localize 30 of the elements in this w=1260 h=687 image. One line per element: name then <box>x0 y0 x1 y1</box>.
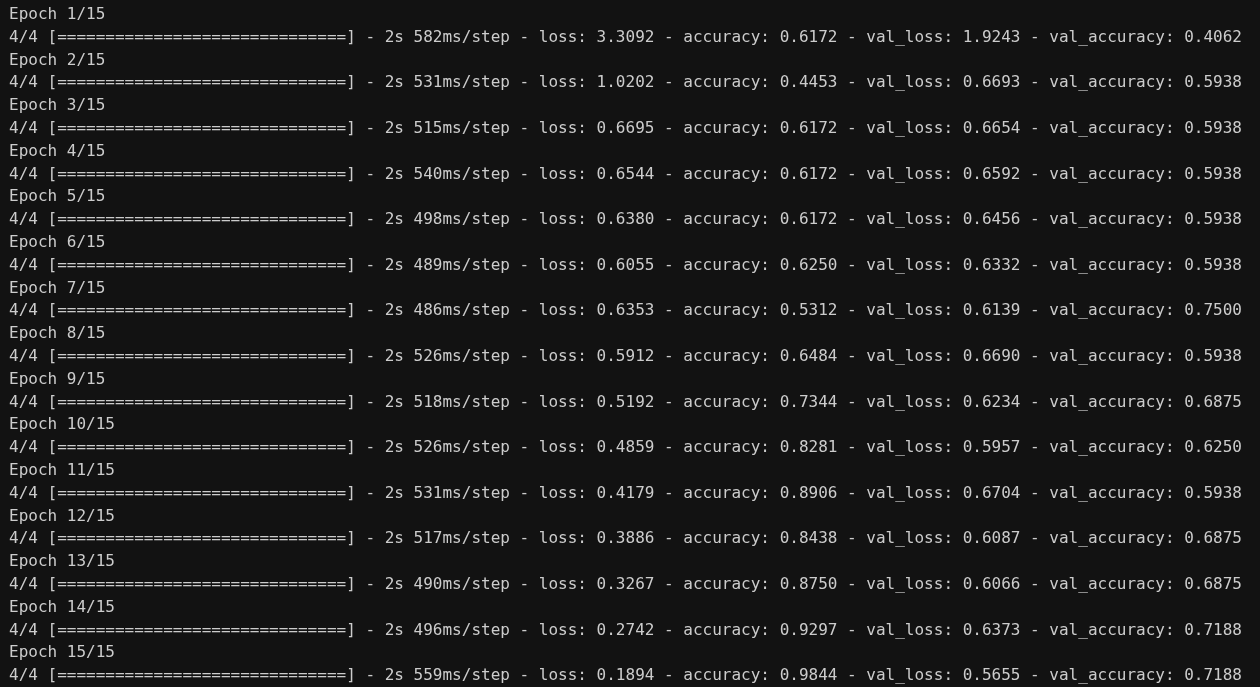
training-log-line: 4/4 [==============================] - 2s 559ms/step - loss: 0.1894 - accuracy: 0.9844 - val_loss: 0.5655 - val_accuracy: 0.7188 <box>9 664 1242 687</box>
epoch-header: Epoch 4/15 <box>9 139 106 162</box>
epoch-header: Epoch 6/15 <box>9 230 106 253</box>
training-log-line: 4/4 [==============================] - 2s 496ms/step - loss: 0.2742 - accuracy: 0.9297 - val_loss: 0.6373 - val_accuracy: 0.7188 <box>9 618 1242 641</box>
epoch-header: Epoch 13/15 <box>9 550 115 573</box>
epoch-header: Epoch 14/15 <box>9 595 115 618</box>
epoch-header: Epoch 2/15 <box>9 48 106 71</box>
epoch-header: Epoch 11/15 <box>9 458 115 481</box>
training-log-line: 4/4 [==============================] - 2s 526ms/step - loss: 0.5912 - accuracy: 0.6484 - val_loss: 0.6690 - val_accuracy: 0.5938 <box>9 344 1242 367</box>
training-log-line: 4/4 [==============================] - 2s 498ms/step - loss: 0.6380 - accuracy: 0.6172 - val_loss: 0.6456 - val_accuracy: 0.5938 <box>9 208 1242 231</box>
training-log-line: 4/4 [==============================] - 2s 489ms/step - loss: 0.6055 - accuracy: 0.6250 - val_loss: 0.6332 - val_accuracy: 0.5938 <box>9 253 1242 276</box>
training-log-line: 4/4 [==============================] - 2s 526ms/step - loss: 0.4859 - accuracy: 0.8281 - val_loss: 0.5957 - val_accuracy: 0.6250 <box>9 436 1242 459</box>
training-log-line: 4/4 [==============================] - 2s 517ms/step - loss: 0.3886 - accuracy: 0.8438 - val_loss: 0.6087 - val_accuracy: 0.6875 <box>9 527 1242 550</box>
epoch-header: Epoch 12/15 <box>9 504 115 527</box>
training-log-line: 4/4 [==============================] - 2s 582ms/step - loss: 3.3092 - accuracy: 0.6172 - val_loss: 1.9243 - val_accuracy: 0.4062 <box>9 25 1242 48</box>
training-log-line: 4/4 [==============================] - 2s 490ms/step - loss: 0.3267 - accuracy: 0.8750 - val_loss: 0.6066 - val_accuracy: 0.6875 <box>9 572 1242 595</box>
epoch-header: Epoch 15/15 <box>9 641 115 664</box>
training-log-line: 4/4 [==============================] - 2s 531ms/step - loss: 0.4179 - accuracy: 0.8906 - val_loss: 0.6704 - val_accuracy: 0.5938 <box>9 481 1242 504</box>
epoch-header: Epoch 10/15 <box>9 413 115 436</box>
training-log-line: 4/4 [==============================] - 2s 531ms/step - loss: 1.0202 - accuracy: 0.4453 - val_loss: 0.6693 - val_accuracy: 0.5938 <box>9 71 1242 94</box>
epoch-header: Epoch 7/15 <box>9 276 106 299</box>
epoch-header: Epoch 3/15 <box>9 94 106 117</box>
epoch-header: Epoch 8/15 <box>9 322 106 345</box>
training-log-line: 4/4 [==============================] - 2s 518ms/step - loss: 0.5192 - accuracy: 0.7344 - val_loss: 0.6234 - val_accuracy: 0.6875 <box>9 390 1242 413</box>
training-log-line: 4/4 [==============================] - 2s 515ms/step - loss: 0.6695 - accuracy: 0.6172 - val_loss: 0.6654 - val_accuracy: 0.5938 <box>9 117 1242 139</box>
training-log-line: 4/4 [==============================] - 2s 540ms/step - loss: 0.6544 - accuracy: 0.6172 - val_loss: 0.6592 - val_accuracy: 0.5938 <box>9 162 1242 185</box>
training-log-line: 4/4 [==============================] - 2s 486ms/step - loss: 0.6353 - accuracy: 0.5312 - val_loss: 0.6139 - val_accuracy: 0.7500 <box>9 299 1242 322</box>
epoch-header: Epoch 5/15 <box>9 185 106 208</box>
epoch-header: Epoch 9/15 <box>9 367 106 390</box>
epoch-header: Epoch 1/15 <box>9 3 106 25</box>
